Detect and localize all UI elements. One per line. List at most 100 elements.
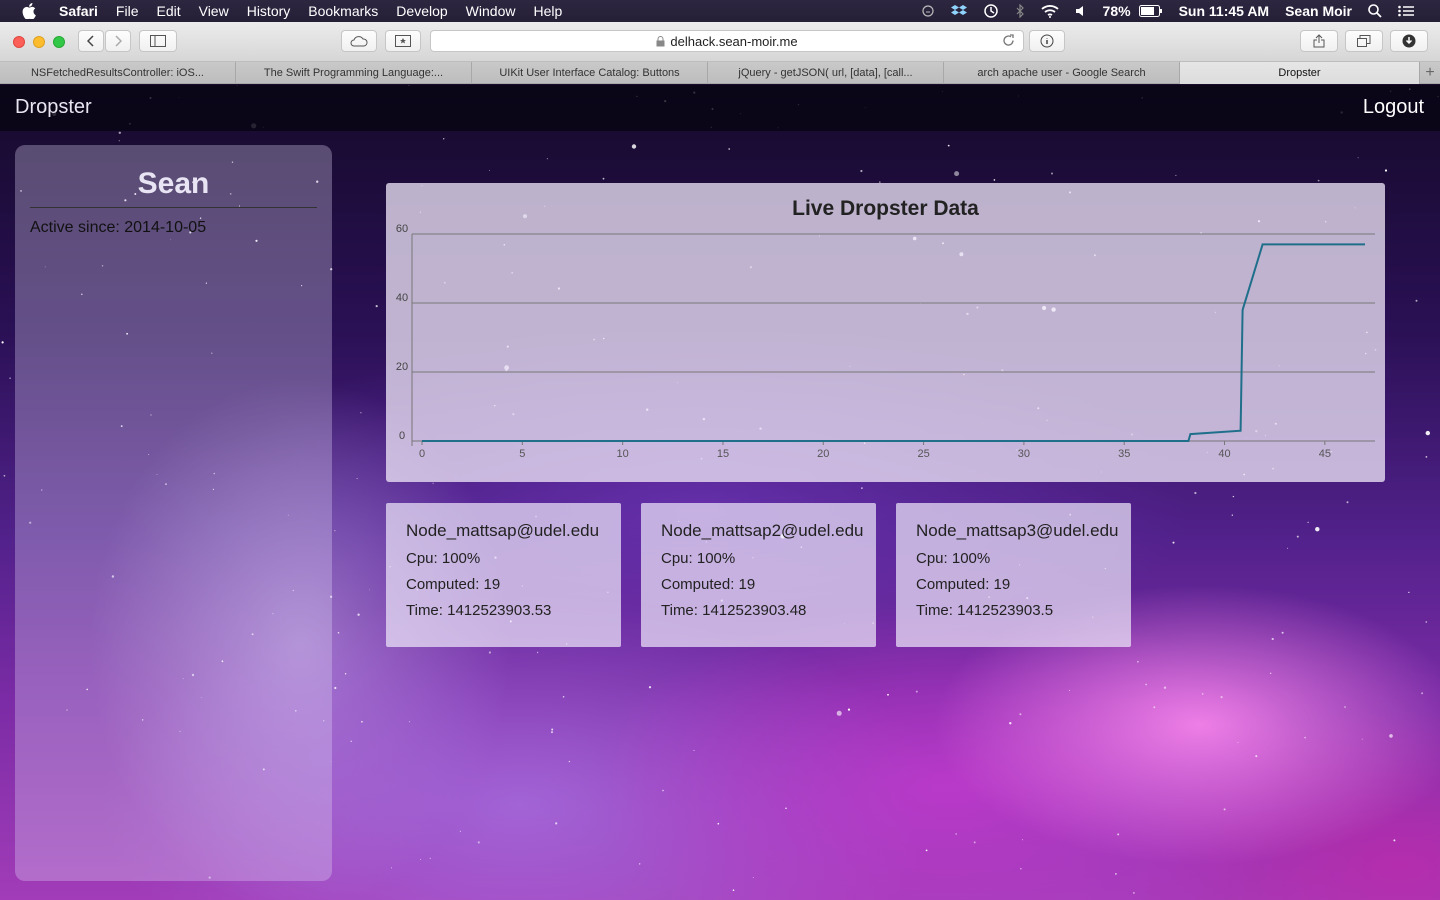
- apple-menu-icon[interactable]: [20, 3, 38, 19]
- volume-icon[interactable]: [1067, 5, 1095, 17]
- star: [1, 341, 4, 344]
- star: [954, 171, 960, 177]
- star: [1175, 174, 1177, 176]
- menu-develop[interactable]: Develop: [387, 0, 456, 22]
- menu-bookmarks[interactable]: Bookmarks: [299, 0, 387, 22]
- forward-button[interactable]: [105, 30, 131, 52]
- star: [1415, 299, 1418, 302]
- star: [9, 377, 11, 380]
- star: [334, 686, 337, 690]
- star: [443, 138, 445, 140]
- star: [860, 169, 863, 173]
- tab-swift-language[interactable]: The Swift Programming Language:...: [236, 62, 472, 84]
- icloud-tabs-button[interactable]: [341, 30, 377, 52]
- star: [489, 169, 490, 171]
- back-button[interactable]: [78, 30, 104, 52]
- active-since: Active since: 2014-10-05: [30, 219, 207, 236]
- notification-center-icon[interactable]: [1390, 5, 1422, 17]
- menu-edit[interactable]: Edit: [147, 0, 189, 22]
- share-icon: [1313, 34, 1325, 48]
- star: [1361, 738, 1363, 740]
- menu-window[interactable]: Window: [457, 0, 525, 22]
- reload-icon[interactable]: [1002, 34, 1015, 50]
- star: [488, 651, 491, 654]
- reader-button[interactable]: [1029, 30, 1065, 52]
- star: [350, 740, 352, 742]
- star: [356, 478, 358, 480]
- star: [1344, 706, 1346, 708]
- user-name[interactable]: Sean Moir: [1277, 0, 1360, 22]
- minimize-window-button[interactable]: [33, 36, 45, 48]
- new-tab-plus-icon[interactable]: +: [1420, 62, 1440, 84]
- node-cpu: Cpu: 100%: [916, 550, 991, 567]
- node-time: Time: 1412523903.53: [406, 602, 552, 619]
- tab-uikit-catalog[interactable]: UIKit User Interface Catalog: Buttons: [472, 62, 708, 84]
- star: [546, 158, 549, 160]
- star: [1163, 686, 1167, 689]
- star: [1393, 839, 1396, 842]
- menu-help[interactable]: Help: [524, 0, 571, 22]
- star: [639, 863, 641, 865]
- star: [409, 721, 411, 723]
- star: [1022, 839, 1024, 841]
- share-button[interactable]: [1300, 30, 1338, 52]
- spotlight-search-icon[interactable]: [1360, 4, 1390, 18]
- logout-link[interactable]: Logout: [1363, 96, 1424, 119]
- menu-safari[interactable]: Safari: [50, 0, 107, 22]
- tab-google-search[interactable]: arch apache user - Google Search: [944, 62, 1180, 84]
- sidebar-button[interactable]: [139, 30, 177, 52]
- url-text: delhack.sean-moir.me: [670, 33, 798, 49]
- star: [1255, 755, 1258, 758]
- star: [477, 841, 480, 844]
- downloads-button[interactable]: [1390, 30, 1428, 52]
- close-window-button[interactable]: [13, 36, 25, 48]
- menu-file[interactable]: File: [107, 0, 148, 22]
- series-line: [422, 243, 1365, 442]
- star: [732, 889, 735, 891]
- menu-history[interactable]: History: [238, 0, 300, 22]
- menu-view[interactable]: View: [190, 0, 238, 22]
- zoom-window-button[interactable]: [53, 36, 65, 48]
- star: [562, 696, 565, 698]
- profile-panel: Sean Active since: 2014-10-05: [15, 145, 332, 881]
- brand-link[interactable]: Dropster: [15, 96, 92, 119]
- lock-icon: [656, 35, 665, 47]
- node-card: Node_mattsap@udel.edu Cpu: 100% Computed…: [386, 503, 621, 647]
- node-card: Node_mattsap2@udel.edu Cpu: 100% Compute…: [641, 503, 876, 647]
- x-tick-label: 35: [1118, 448, 1130, 460]
- profile-name: Sean: [137, 167, 210, 200]
- star: [1287, 547, 1289, 549]
- star: [1201, 693, 1204, 695]
- node-cpu: Cpu: 100%: [406, 550, 481, 567]
- browser-toolbar: delhack.sean-moir.me: [0, 22, 1440, 62]
- tab-jquery-getjson[interactable]: jQuery - getJSON( url, [data], [call...: [708, 62, 944, 84]
- address-bar[interactable]: delhack.sean-moir.me: [430, 30, 1024, 52]
- star: [1117, 833, 1120, 836]
- chevron-left-icon: [87, 35, 94, 47]
- node-computed: Computed: 19: [406, 576, 501, 593]
- page-content: Dropster Logout Sean Active since: 2014-…: [0, 85, 1440, 900]
- dropbox-icon[interactable]: [943, 4, 975, 18]
- x-tick-label: 5: [519, 448, 525, 460]
- time-machine-icon[interactable]: [975, 3, 1007, 19]
- star: [1020, 868, 1022, 870]
- x-tick-label: 40: [1218, 448, 1230, 460]
- tab-dropster[interactable]: Dropster: [1180, 62, 1420, 84]
- cloud-app-icon[interactable]: [913, 5, 943, 17]
- node-name: Node_mattsap2@udel.edu: [661, 521, 864, 540]
- star: [1051, 172, 1053, 175]
- bluetooth-icon[interactable]: [1007, 4, 1033, 18]
- show-all-tabs-button[interactable]: [1345, 30, 1383, 52]
- top-sites-button[interactable]: [385, 30, 421, 52]
- star: [887, 693, 889, 696]
- star: [847, 708, 851, 711]
- tab-bar: NSFetchedResultsController: iOS... The S…: [0, 62, 1440, 84]
- battery-icon[interactable]: [1138, 5, 1171, 17]
- tab-nsfetchedresultscontroller[interactable]: NSFetchedResultsController: iOS...: [0, 62, 236, 84]
- clock[interactable]: Sun 11:45 AM: [1171, 0, 1278, 22]
- star: [1237, 742, 1239, 743]
- star: [602, 177, 605, 180]
- star: [536, 651, 539, 654]
- star: [555, 822, 558, 825]
- wifi-icon[interactable]: [1033, 4, 1067, 18]
